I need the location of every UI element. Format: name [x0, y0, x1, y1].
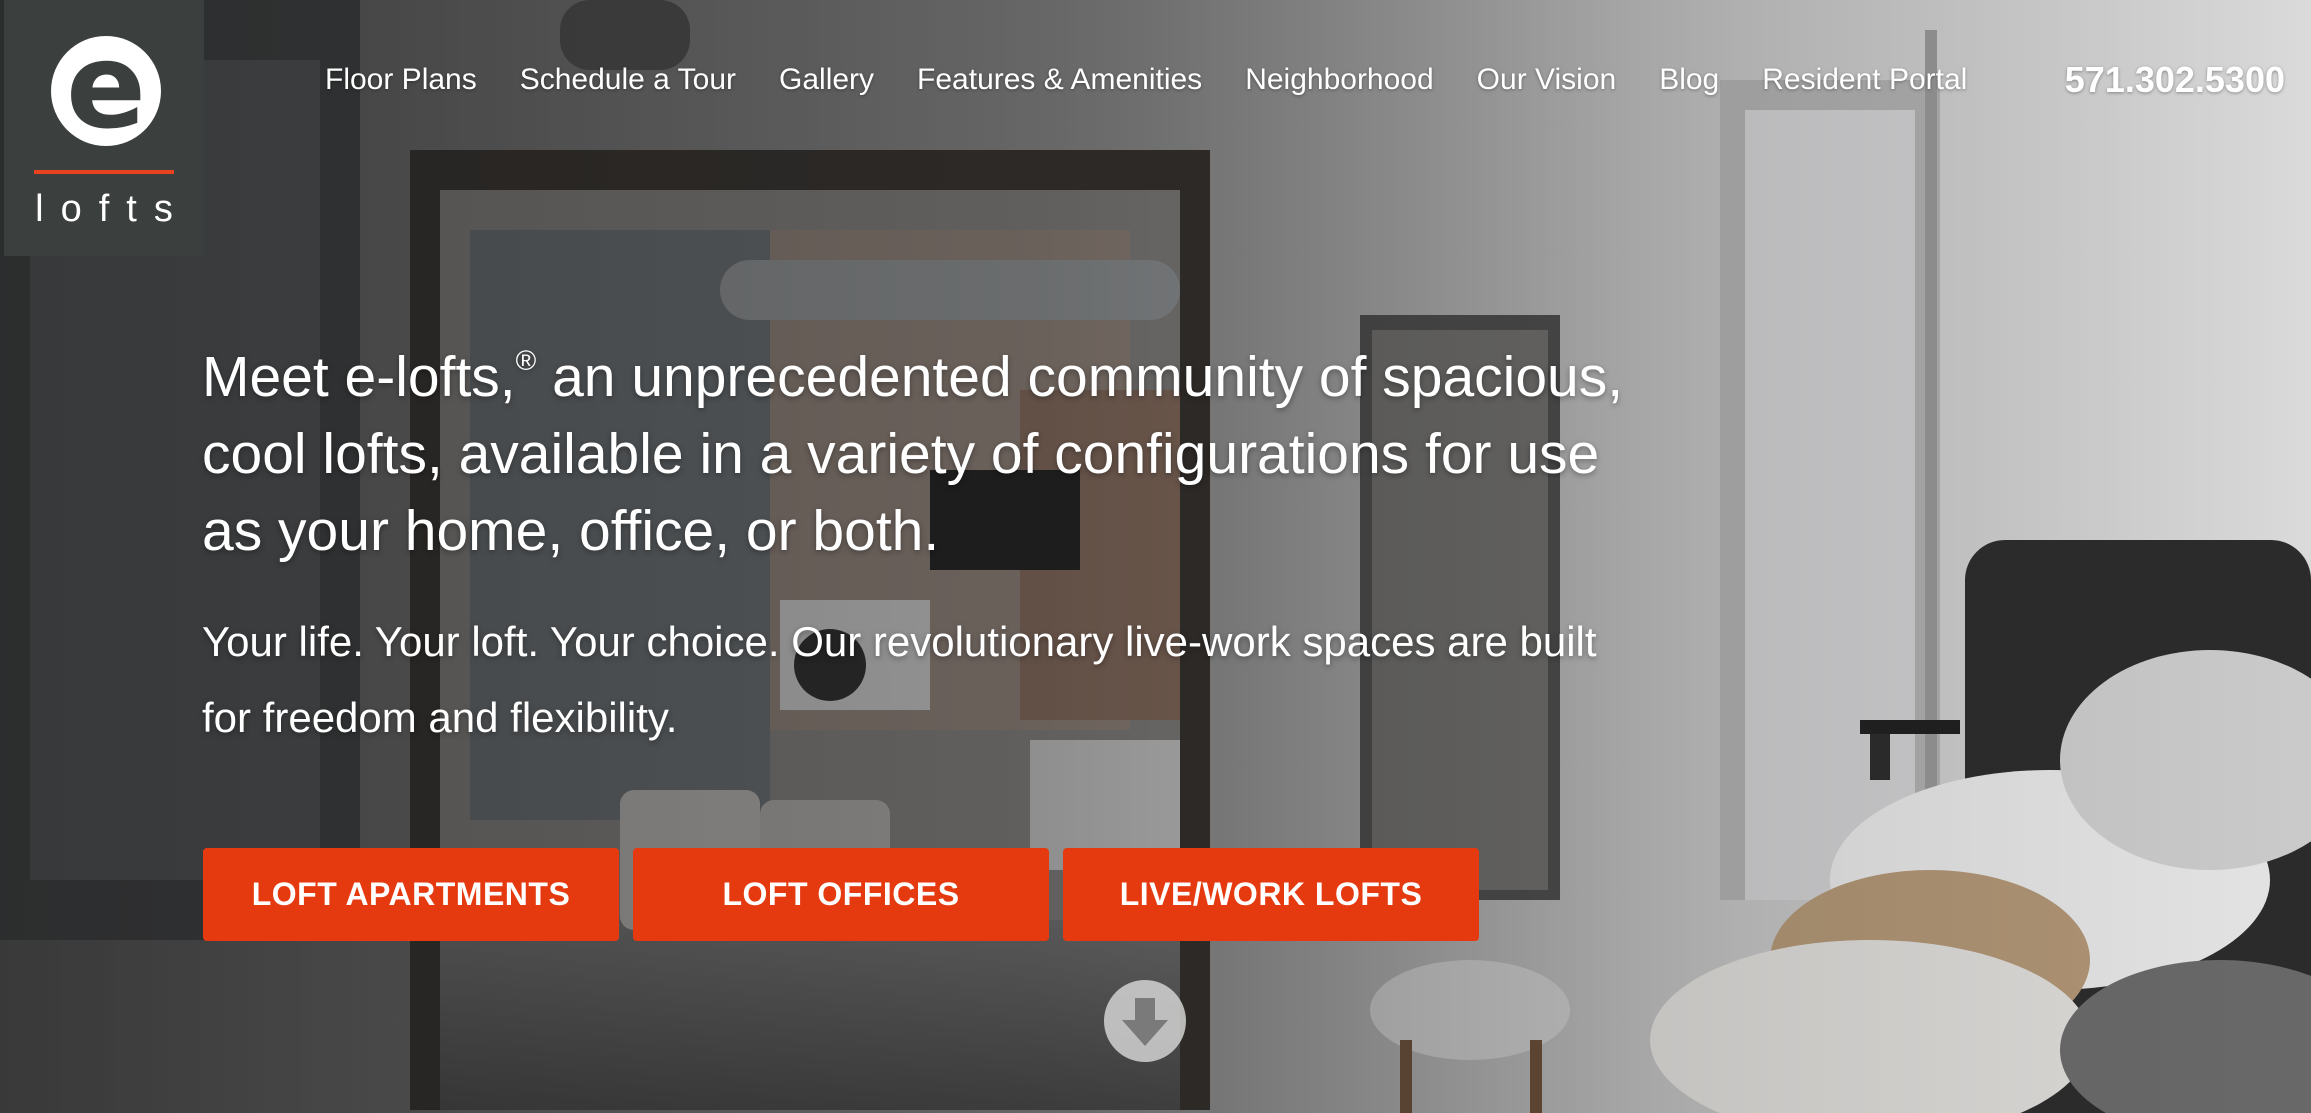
live-work-lofts-button[interactable]: LIVE/WORK LOFTS: [1063, 848, 1479, 941]
hero-section: e lofts Floor Plans Schedule a Tour Gall…: [0, 0, 2311, 1113]
loft-offices-button[interactable]: LOFT OFFICES: [633, 848, 1049, 941]
nav-neighborhood[interactable]: Neighborhood: [1245, 63, 1433, 97]
nav-resident-portal[interactable]: Resident Portal: [1762, 63, 1967, 97]
site-logo[interactable]: e lofts: [4, 0, 204, 256]
headline-pre: Meet e-lofts,: [202, 345, 516, 409]
nav-gallery[interactable]: Gallery: [779, 63, 874, 97]
hero-subline: Your life. Your loft. Your choice. Our r…: [202, 618, 1597, 741]
loft-apartments-button[interactable]: LOFT APARTMENTS: [203, 848, 619, 941]
scroll-down-button[interactable]: [1104, 980, 1186, 1062]
nav-our-vision[interactable]: Our Vision: [1477, 63, 1617, 97]
nav-features-amenities[interactable]: Features & Amenities: [917, 63, 1202, 97]
logo-wordmark: lofts: [35, 188, 190, 230]
nav-blog[interactable]: Blog: [1659, 63, 1719, 97]
arrow-down-circle-icon: [1122, 998, 1168, 1046]
logo-e-letter: e: [65, 17, 147, 155]
phone-link[interactable]: 571.302.5300: [2065, 56, 2285, 104]
main-nav: Floor Plans Schedule a Tour Gallery Feat…: [325, 56, 1967, 104]
hero-headline: Meet e-lofts,® an unprecedented communit…: [202, 322, 1642, 570]
registered-mark: ®: [515, 345, 537, 376]
logo-accent-rule: [34, 170, 174, 174]
nav-schedule-tour[interactable]: Schedule a Tour: [520, 63, 736, 97]
logo-e-circle: e: [51, 17, 161, 155]
nav-floor-plans[interactable]: Floor Plans: [325, 63, 477, 97]
